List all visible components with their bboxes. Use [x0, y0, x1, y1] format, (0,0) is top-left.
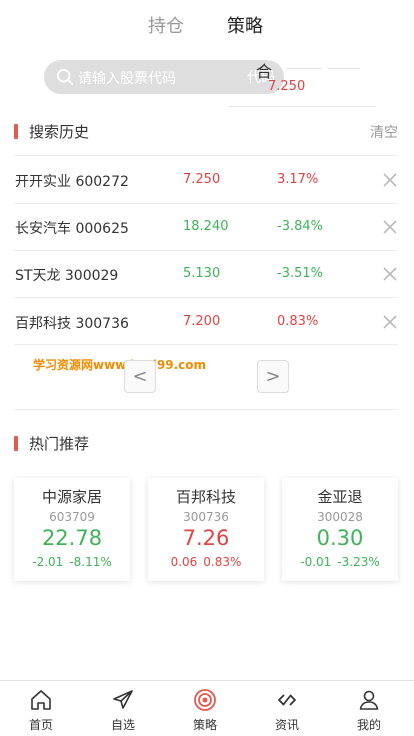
nav-label: 首页	[28, 718, 53, 732]
next-page-button[interactable]: >	[257, 360, 289, 393]
card-stock-price: 22.78	[41, 526, 103, 550]
card-stock-code: 300736	[183, 510, 229, 524]
history-stock-name: 百邦科技 300736	[15, 316, 129, 332]
nav-news[interactable]: 资讯	[246, 681, 328, 736]
card-change-value: -0.01	[300, 555, 332, 569]
hot-recommend-header: 热门推荐	[0, 429, 414, 459]
history-stock-name: 开开实业 600272	[15, 174, 129, 190]
section-marker	[14, 436, 18, 451]
home-icon	[31, 690, 51, 710]
card-change-percent: -8.11%	[69, 555, 112, 569]
target-icon	[194, 689, 216, 711]
nav-watchlist[interactable]: 自选	[82, 681, 164, 736]
divider	[14, 409, 398, 410]
history-row[interactable]: 长安汽车 000625 18.240 -3.84%	[0, 203, 414, 250]
close-icon[interactable]	[382, 314, 398, 330]
close-icon[interactable]	[382, 172, 398, 188]
card-stock-name: 金亚退	[317, 488, 363, 506]
link-icon	[278, 694, 296, 706]
history-stock-name: 长安汽车 000625	[15, 221, 129, 237]
search-placeholder: 请输入股票代码	[78, 71, 176, 87]
nav-label: 我的	[356, 718, 381, 732]
nav-home[interactable]: 首页	[0, 681, 82, 736]
nav-label: 资讯	[274, 718, 299, 732]
paper-plane-icon	[113, 690, 133, 709]
clear-history-button[interactable]: 清空	[370, 122, 398, 142]
nav-label: 策略	[192, 718, 217, 732]
history-row[interactable]: 百邦科技 300736 7.200 0.83%	[0, 298, 414, 345]
card-change-value: -2.01	[32, 555, 64, 569]
close-icon[interactable]	[382, 266, 398, 282]
card-stock-code: 603709	[49, 510, 95, 524]
history-stock-price: 18.240	[183, 219, 229, 234]
card-stock-change: 0.06 0.83%	[148, 555, 264, 569]
card-stock-code: 300028	[317, 510, 363, 524]
user-icon	[359, 690, 379, 710]
card-stock-change: -0.01 -3.23%	[282, 555, 398, 569]
history-stock-change: 0.83%	[277, 314, 319, 329]
history-stock-price: 7.250	[183, 172, 221, 187]
history-row[interactable]: 开开实业 600272 7.250 3.17%	[0, 156, 414, 203]
history-row[interactable]: ST天龙 300029 5.130 -3.51%	[0, 250, 414, 297]
overlay-line	[328, 68, 360, 69]
hot-stock-card[interactable]: 中源家居 603709 22.78 -2.01 -8.11%	[14, 478, 130, 581]
section-title: 热门推荐	[29, 435, 90, 453]
card-change-value: 0.06	[170, 555, 198, 569]
history-stock-price: 5.130	[183, 266, 221, 281]
search-icon	[56, 68, 74, 86]
watermark-text: 学习资源网www.bori99.com	[33, 358, 207, 372]
history-stock-change: -3.51%	[277, 266, 323, 281]
history-stock-price: 7.200	[183, 314, 221, 329]
hot-stock-card[interactable]: 金亚退 300028 0.30 -0.01 -3.23%	[282, 478, 398, 581]
search-overlay-price: 7.250	[268, 79, 306, 94]
close-icon[interactable]	[382, 219, 398, 235]
card-stock-name: 百邦科技	[175, 488, 236, 506]
history-stock-name: ST天龙 300029	[15, 268, 119, 284]
hot-stock-card[interactable]: 百邦科技 300736 7.26 0.06 0.83%	[148, 478, 264, 581]
nav-profile[interactable]: 我的	[328, 681, 410, 736]
prev-page-button[interactable]: <	[124, 360, 156, 393]
nav-strategy[interactable]: 策略	[164, 681, 246, 736]
divider	[14, 344, 398, 345]
card-stock-name: 中源家居	[41, 488, 102, 506]
section-marker	[14, 124, 18, 139]
tab-holdings[interactable]: 持仓	[148, 12, 184, 38]
top-tabs: 持仓 策略	[0, 0, 414, 50]
section-title: 搜索历史	[29, 123, 90, 141]
card-change-percent: 0.83%	[203, 555, 242, 569]
card-stock-change: -2.01 -8.11%	[14, 555, 130, 569]
overlay-line	[228, 106, 376, 107]
card-stock-price: 7.26	[182, 526, 230, 550]
tab-strategy[interactable]: 策略	[227, 12, 263, 38]
overlay-line	[286, 68, 322, 69]
search-history-header: 搜索历史 清空	[0, 117, 414, 147]
card-stock-price: 0.30	[316, 526, 364, 550]
nav-label: 自选	[110, 718, 135, 732]
card-change-percent: -3.23%	[337, 555, 380, 569]
bottom-nav: 首页 自选 策略 资讯 我的	[0, 680, 414, 736]
history-stock-change: 3.17%	[277, 172, 319, 187]
history-stock-change: -3.84%	[277, 219, 323, 234]
